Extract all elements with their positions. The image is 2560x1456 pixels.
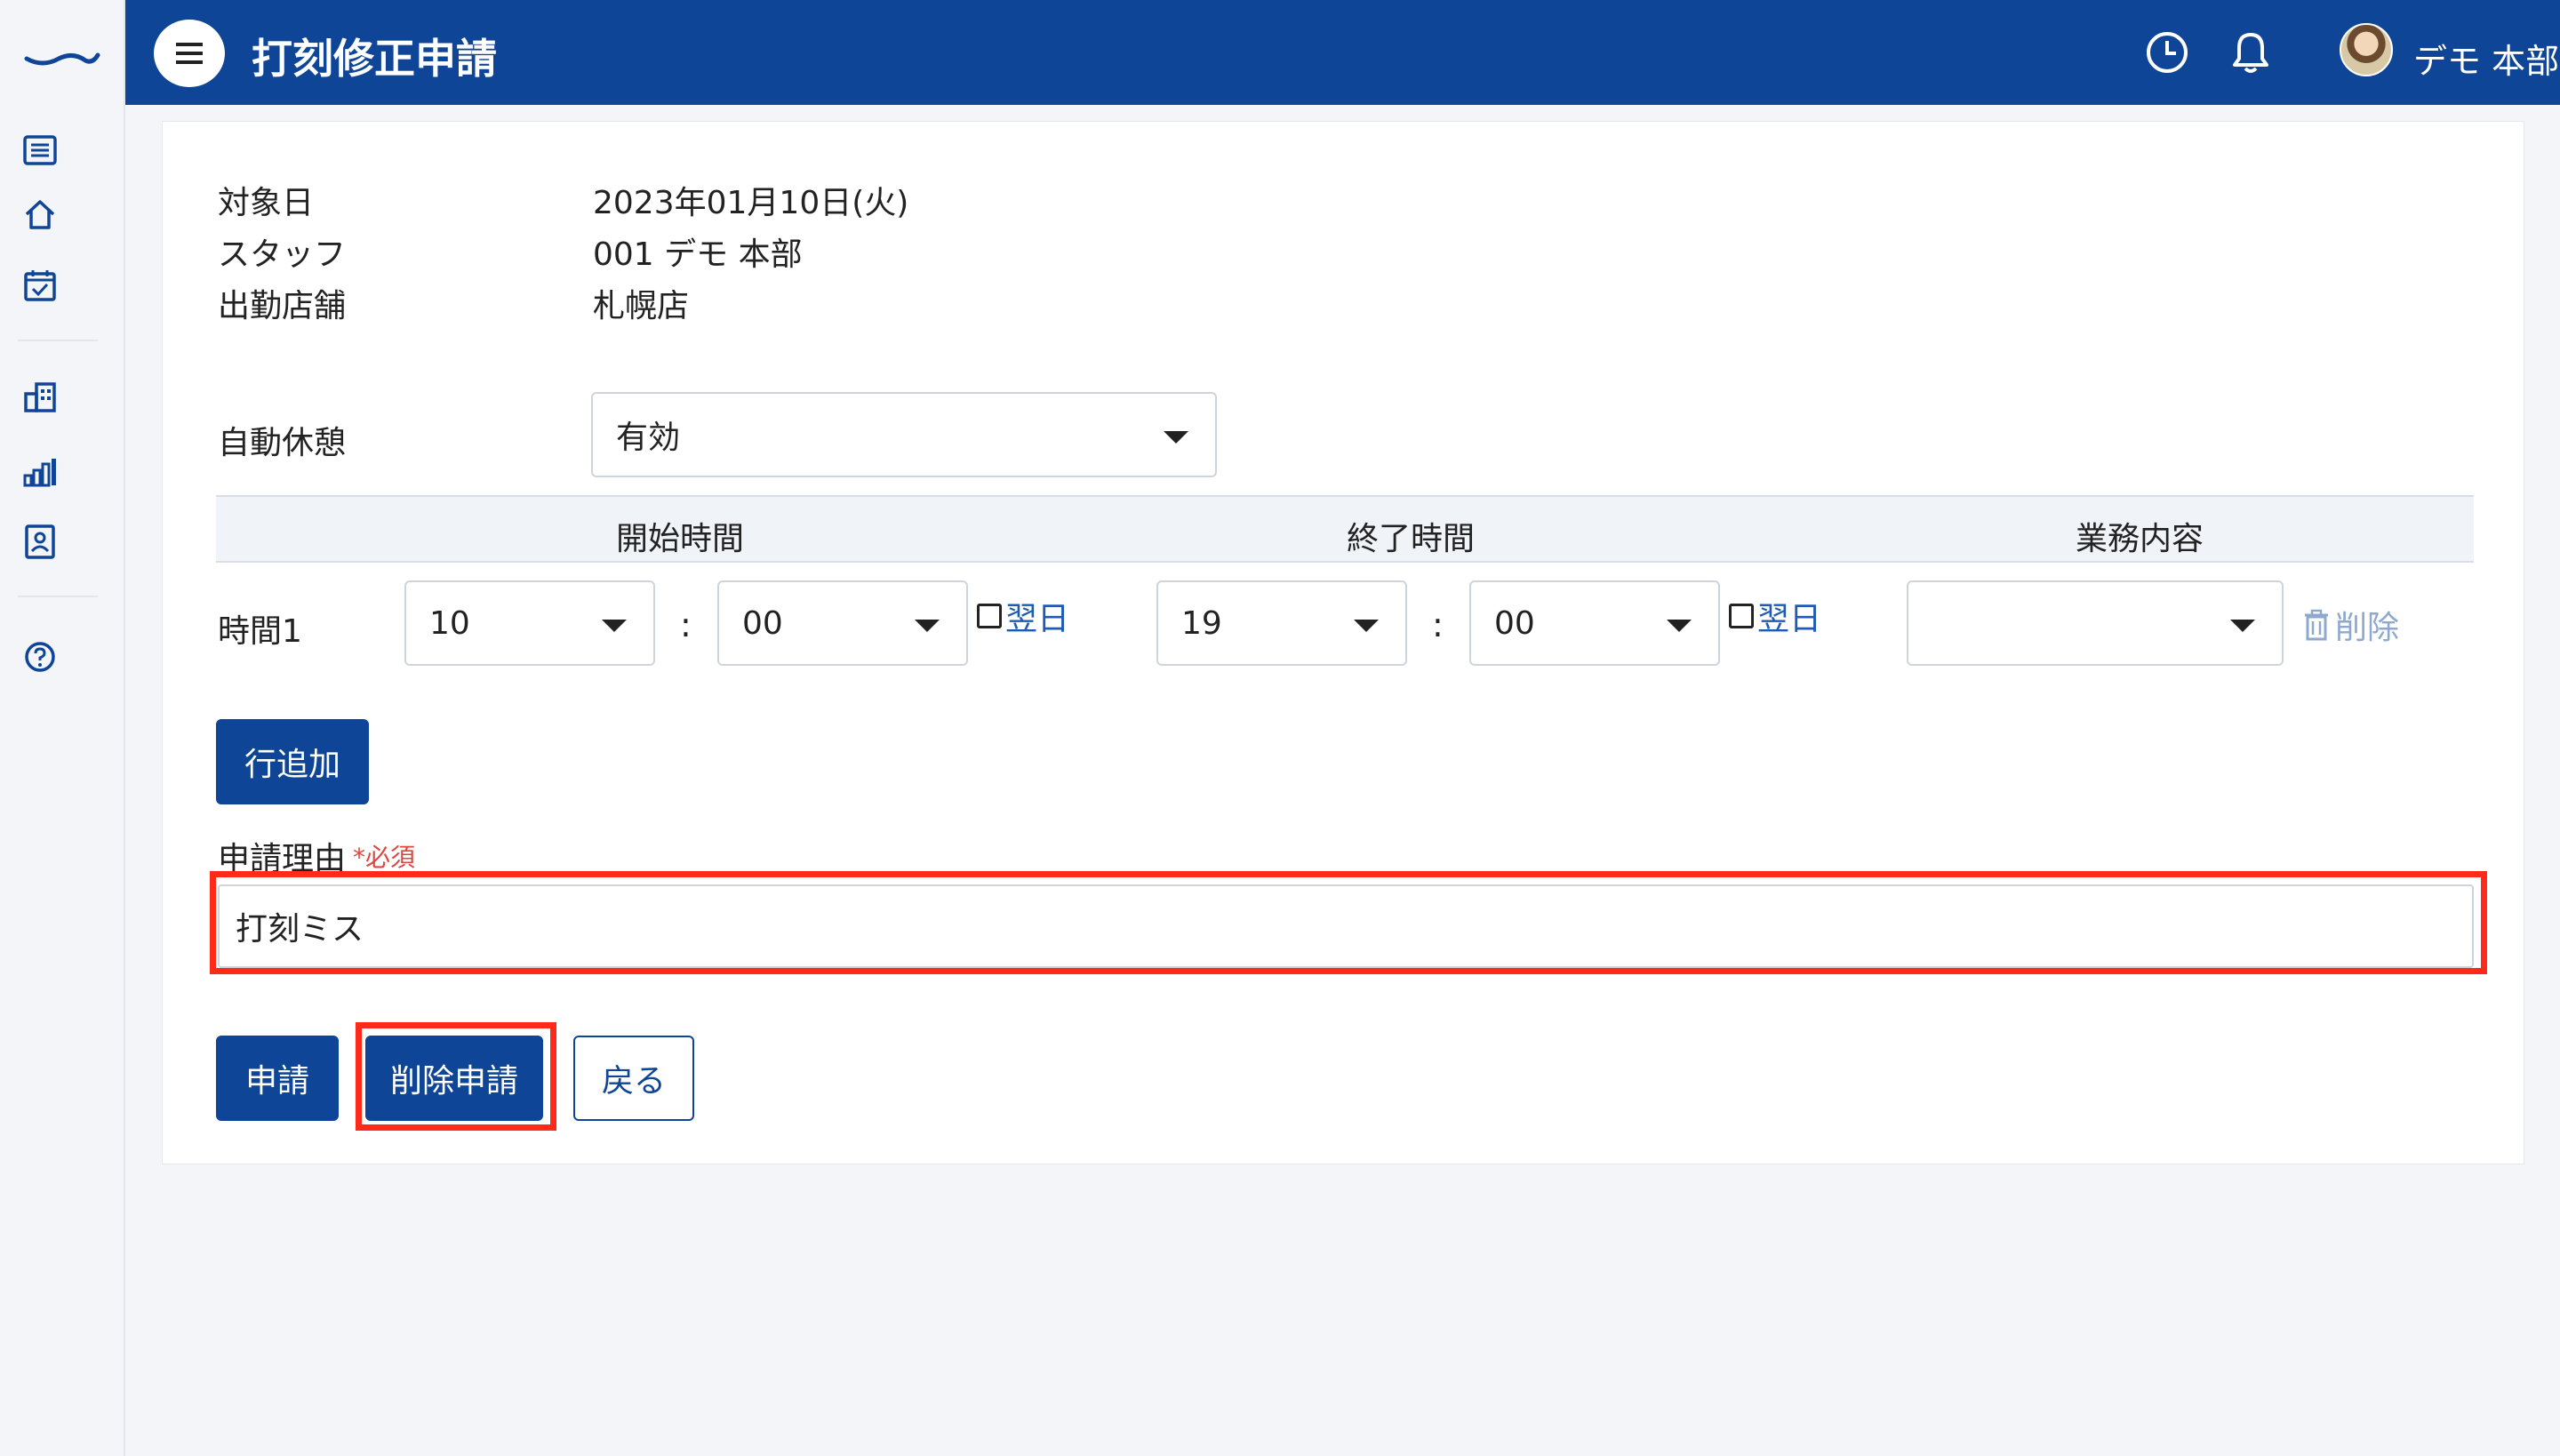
bell-icon[interactable] (2227, 28, 2275, 76)
delete-apply-button[interactable]: 削除申請 (365, 1036, 543, 1121)
start-next-day-checkbox[interactable]: 翌日 (977, 593, 1069, 639)
building-icon[interactable] (20, 377, 60, 418)
bar-chart-icon[interactable] (20, 452, 60, 492)
target-date-label: 対象日 (218, 185, 315, 221)
end-next-day-checkbox[interactable]: 翌日 (1729, 593, 1821, 639)
menu-icon[interactable] (154, 20, 225, 87)
start-hour-value: 10 (429, 604, 470, 642)
end-next-day-label[interactable]: 翌日 (1757, 593, 1821, 639)
correction-form-card: 対象日 2023年01月10日(火) スタッフ 001 デモ 本部 出勤店舗 札… (162, 121, 2524, 1164)
target-date-value: 2023年01月10日(火) (593, 185, 909, 221)
start-minute-value: 00 (742, 604, 783, 642)
chevron-down-icon (915, 620, 940, 632)
auto-break-label: 自動休憩 (218, 425, 347, 461)
logo-icon[interactable] (23, 36, 101, 71)
staff-label: スタッフ (218, 236, 347, 273)
trash-icon (2305, 609, 2328, 641)
chevron-down-icon (1354, 620, 1379, 632)
auto-break-select[interactable]: 有効 (591, 392, 1217, 477)
required-badge: *必須 (353, 843, 416, 872)
delete-row-label[interactable]: 削除 (2335, 602, 2399, 648)
reason-input[interactable]: 打刻ミス (218, 884, 2474, 968)
store-value: 札幌店 (593, 288, 690, 324)
back-button[interactable]: 戻る (573, 1036, 694, 1121)
end-hour-value: 19 (1181, 604, 1222, 642)
avatar[interactable] (2340, 23, 2393, 76)
delete-row-button[interactable]: 削除 (2303, 602, 2399, 648)
reason-label: 申請理由 (218, 841, 347, 877)
top-bar: 打刻修正申請 デモ 本部 (125, 0, 2560, 105)
checkbox-icon[interactable] (1729, 604, 1754, 628)
home-icon[interactable] (20, 194, 60, 235)
task-select[interactable] (1907, 580, 2284, 666)
start-minute-select[interactable]: 00 (717, 580, 968, 666)
time-colon: : (1432, 605, 1444, 644)
user-name[interactable]: デモ 本部 (2413, 34, 2559, 83)
chevron-down-icon (2230, 620, 2255, 632)
checkbox-icon[interactable] (977, 604, 1002, 628)
time-row-label: 時間1 (218, 613, 302, 650)
store-label: 出勤店舗 (218, 288, 347, 324)
staff-value: 001 デモ 本部 (593, 236, 803, 273)
start-time-header: 開始時間 (615, 521, 745, 557)
end-hour-select[interactable]: 19 (1156, 580, 1407, 666)
apply-button[interactable]: 申請 (216, 1036, 339, 1121)
chevron-down-icon (1164, 431, 1188, 444)
task-header: 業務内容 (2075, 521, 2204, 557)
calendar-check-icon[interactable] (20, 265, 60, 306)
time-colon: : (680, 605, 692, 644)
start-hour-select[interactable]: 10 (404, 580, 655, 666)
sidebar (0, 0, 125, 1456)
help-icon[interactable] (20, 636, 60, 677)
id-card-icon[interactable] (20, 521, 60, 562)
time-table-header: 開始時間 終了時間 業務内容 (216, 495, 2474, 563)
end-time-header: 終了時間 (1346, 521, 1476, 557)
list-icon[interactable] (20, 130, 60, 171)
chevron-down-icon (602, 620, 627, 632)
chevron-down-icon (1667, 620, 1692, 632)
page-title: 打刻修正申請 (252, 35, 497, 83)
clock-icon[interactable] (2143, 28, 2191, 76)
add-row-button[interactable]: 行追加 (216, 719, 369, 804)
end-minute-value: 00 (1494, 604, 1535, 642)
end-minute-select[interactable]: 00 (1469, 580, 1720, 666)
auto-break-value: 有効 (616, 420, 681, 456)
start-next-day-label[interactable]: 翌日 (1005, 593, 1069, 639)
